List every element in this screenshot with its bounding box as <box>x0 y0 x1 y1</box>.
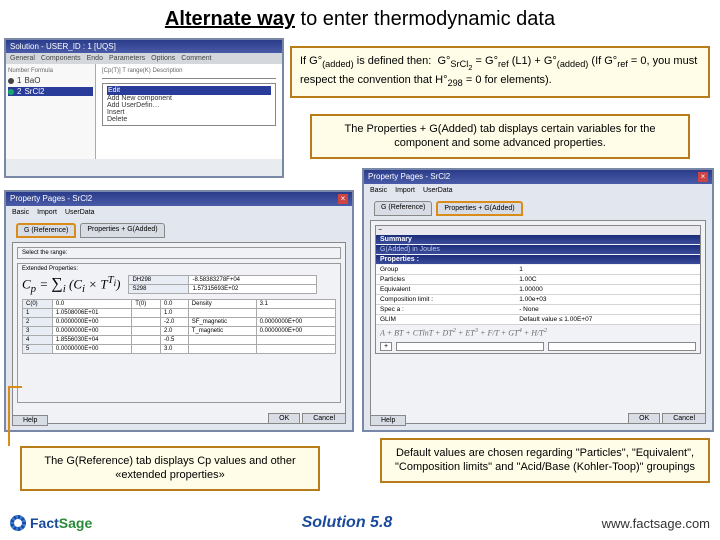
property-window-right: Property Pages - SrCl2 × BasicImportUser… <box>362 168 714 432</box>
help-button[interactable]: Help <box>370 415 406 426</box>
browser-tabs[interactable]: GeneralComponentsEndoParametersOptionsCo… <box>6 53 282 64</box>
callout-props-tab: The Properties + G(Added) tab displays c… <box>310 114 690 159</box>
menu-add[interactable]: Add New component <box>107 95 271 102</box>
menu-insert[interactable]: Insert <box>107 109 271 116</box>
property-window-left: Property Pages - SrCl2 × BasicImportUser… <box>4 190 354 432</box>
page-number: Solution 5.8 <box>302 514 393 532</box>
subtab-greference[interactable]: G (Reference) <box>16 223 76 238</box>
list-item[interactable]: 2SrCl2 <box>8 87 93 96</box>
term-input[interactable] <box>396 342 544 351</box>
component-list[interactable]: Number Formula 1BaO 2SrCl2 <box>6 64 96 159</box>
subtab-gadded[interactable]: Properties + G(Added) <box>436 201 522 216</box>
tab-row[interactable]: BasicImportUserData <box>6 206 352 219</box>
subtab-gadded[interactable]: Properties + G(Added) <box>80 223 164 238</box>
menu-edit[interactable]: Edit <box>107 86 271 95</box>
cancel-button[interactable]: Cancel <box>662 413 706 424</box>
footer: FactSage Solution 5.8 www.factsage.com <box>0 506 720 540</box>
browser-window: Solution - USER_ID : 1 [UQS] GeneralComp… <box>4 38 284 178</box>
term-input[interactable] <box>548 342 696 351</box>
cp-formula: Cp = ∑i (Ci × TTi) <box>22 274 120 295</box>
callout-definition: If G°(added) is defined then: G°SrCl2 = … <box>290 46 710 98</box>
ok-button[interactable]: OK <box>268 413 300 424</box>
subtab-greference[interactable]: G (Reference) <box>374 201 432 216</box>
menu-delete[interactable]: Delete <box>107 116 271 123</box>
tab-row[interactable]: BasicImportUserData <box>364 184 712 197</box>
gadded-band: G(Added) in Joules <box>376 245 700 254</box>
callout-gref-tab: The G(Reference) tab displays Cp values … <box>20 446 320 491</box>
cancel-button[interactable]: Cancel <box>302 413 346 424</box>
window-titlebar: Property Pages - SrCl2 × <box>6 192 352 206</box>
callout-defaults: Default values are chosen regarding "Par… <box>380 438 710 483</box>
plus-icon[interactable]: + <box>380 342 392 351</box>
gadded-formula: A + BT + CTlnT + DT2 + ET3 + F/T + GT4 +… <box>376 325 700 340</box>
menu-adduser[interactable]: Add UserDefin… <box>107 102 271 109</box>
ok-button[interactable]: OK <box>628 413 660 424</box>
window-titlebar: Property Pages - SrCl2 × <box>364 170 712 184</box>
close-icon[interactable]: × <box>338 194 348 204</box>
gear-icon <box>10 515 26 531</box>
properties-table: Group1 Particles1.00C Equivalent1.00000 … <box>376 265 700 325</box>
help-button[interactable]: Help <box>12 415 48 426</box>
properties-band: Properties : <box>376 255 700 264</box>
summary-band: Summary <box>376 235 700 244</box>
list-header: Number Formula <box>8 68 93 74</box>
footer-url: www.factsage.com <box>602 516 710 531</box>
close-icon[interactable]: × <box>698 172 708 182</box>
factsage-logo: FactSage <box>10 515 92 531</box>
context-menu[interactable]: [Cp(T)] T range(K) Description Edit Add … <box>96 64 282 159</box>
list-item[interactable]: 1BaO <box>8 76 93 85</box>
page-title: Alternate way to enter thermodynamic dat… <box>0 0 720 35</box>
browser-titlebar: Solution - USER_ID : 1 [UQS] <box>6 40 282 53</box>
